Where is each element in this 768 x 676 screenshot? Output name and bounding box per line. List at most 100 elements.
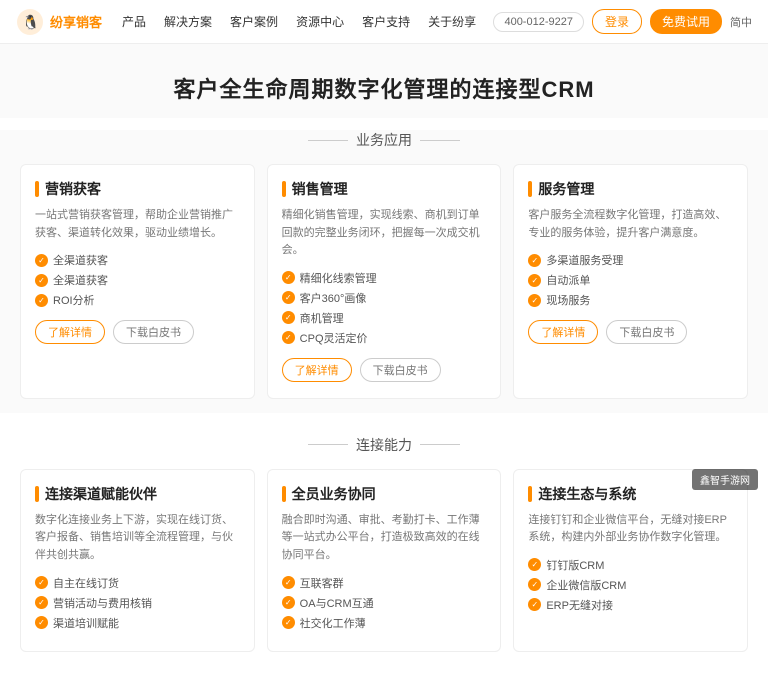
card-ecosystem: 连接生态与系统 连接钉钉和企业微信平台，无缝对接ERP系统，构建内外部业务协作数… [513, 469, 748, 652]
card-sales: 销售管理 精细化销售管理，实现线索、商机到订单回款的完整业务闭环，把握每一次成交… [267, 164, 502, 399]
check-icon: ✓ [35, 274, 48, 287]
feature-3: ✓ 现场服务 [528, 292, 733, 308]
svg-text:🐧: 🐧 [22, 14, 39, 31]
feature-1: ✓ 互联客群 [282, 575, 487, 591]
card-bar [528, 486, 532, 502]
feature-2: ✓ OA与CRM互通 [282, 595, 487, 611]
check-icon: ✓ [282, 291, 295, 304]
card-service-desc: 客户服务全流程数字化管理，打造高效、专业的服务体验，提升客户满意度。 [528, 207, 733, 242]
sales-whitepaper-button[interactable]: 下载白皮书 [360, 358, 441, 382]
card-channel-title: 连接渠道赋能伙伴 [45, 484, 157, 504]
hero-title: 客户全生命周期数字化管理的连接型CRM [0, 72, 768, 104]
feature-3: ✓ 渠道培训赋能 [35, 615, 240, 631]
feature-3: ✓ 社交化工作薄 [282, 615, 487, 631]
sales-detail-button[interactable]: 了解详情 [282, 358, 352, 382]
feature-1: ✓ 钉钉版CRM [528, 557, 733, 573]
feature-2: ✓ 营销活动与费用核销 [35, 595, 240, 611]
nav-about[interactable]: 关于纷享 [428, 13, 476, 30]
nav-phone: 400-012-9227 [493, 12, 584, 32]
card-service-actions: 了解详情 下载白皮书 [528, 320, 733, 344]
logo-icon: 🐧 [16, 8, 44, 36]
logo-text: 纷享销客 [50, 12, 102, 31]
section2-title: 连接能力 [0, 425, 768, 455]
card-ecosystem-desc: 连接钉钉和企业微信平台，无缝对接ERP系统，构建内外部业务协作数字化管理。 [528, 512, 733, 547]
card-channel: 连接渠道赋能伙伴 数字化连接业务上下游，实现在线订货、客户报备、销售培训等全流程… [20, 469, 255, 652]
hero-section: 客户全生命周期数字化管理的连接型CRM [0, 44, 768, 118]
card-collab-desc: 融合即时沟通、审批、考勤打卡、工作薄等一站式办公平台，打造极致高效的在线协同平台… [282, 512, 487, 565]
card-collab-header: 全员业务协同 [282, 484, 487, 504]
check-icon: ✓ [35, 294, 48, 307]
check-icon: ✓ [528, 578, 541, 591]
card-marketing-title: 营销获客 [45, 179, 101, 199]
logo[interactable]: 🐧 纷享销客 [16, 8, 102, 36]
check-icon: ✓ [528, 254, 541, 267]
section1-title: 业务应用 [0, 130, 768, 150]
card-ecosystem-header: 连接生态与系统 [528, 484, 733, 504]
nav-resources[interactable]: 资源中心 [296, 13, 344, 30]
card-marketing: 营销获客 一站式营销获客管理，帮助企业营销推广获客、渠道转化效果，驱动业绩增长。… [20, 164, 255, 399]
check-icon: ✓ [282, 331, 295, 344]
login-button[interactable]: 登录 [592, 9, 642, 34]
feature-3: ✓ ERP无缝对接 [528, 597, 733, 613]
feature-1: ✓ 全渠道获客 [35, 252, 240, 268]
check-icon: ✓ [528, 558, 541, 571]
card-service-header: 服务管理 [528, 179, 733, 199]
free-trial-button[interactable]: 免费试用 [650, 9, 722, 34]
card-collab: 全员业务协同 融合即时沟通、审批、考勤打卡、工作薄等一站式办公平台，打造极致高效… [267, 469, 502, 652]
card-bar [282, 486, 286, 502]
feature-2: ✓ 全渠道获客 [35, 272, 240, 288]
check-icon: ✓ [528, 274, 541, 287]
card-bar [35, 486, 39, 502]
card-service-title: 服务管理 [538, 179, 594, 199]
check-icon: ✓ [282, 616, 295, 629]
feature-3: ✓ ROI分析 [35, 292, 240, 308]
check-icon: ✓ [528, 294, 541, 307]
card-ecosystem-title: 连接生态与系统 [538, 484, 636, 504]
lang-switcher[interactable]: 简中 [730, 14, 752, 30]
card-service: 服务管理 客户服务全流程数字化管理，打造高效、专业的服务体验，提升客户满意度。 … [513, 164, 748, 399]
feature-1: ✓ 精细化线索管理 [282, 270, 487, 286]
nav-support[interactable]: 客户支持 [362, 13, 410, 30]
card-marketing-header: 营销获客 [35, 179, 240, 199]
section1-cards: 营销获客 一站式营销获客管理，帮助企业营销推广获客、渠道转化效果，驱动业绩增长。… [0, 164, 768, 413]
nav-product[interactable]: 产品 [122, 13, 146, 30]
card-channel-header: 连接渠道赋能伙伴 [35, 484, 240, 504]
nav-solution[interactable]: 解决方案 [164, 13, 212, 30]
feature-2: ✓ 自动派单 [528, 272, 733, 288]
feature-1: ✓ 多渠道服务受理 [528, 252, 733, 268]
feature-1: ✓ 自主在线订货 [35, 575, 240, 591]
service-detail-button[interactable]: 了解详情 [528, 320, 598, 344]
card-sales-actions: 了解详情 下载白皮书 [282, 358, 487, 382]
check-icon: ✓ [282, 596, 295, 609]
feature-2: ✓ 客户360°画像 [282, 290, 487, 306]
card-marketing-desc: 一站式营销获客管理，帮助企业营销推广获客、渠道转化效果，驱动业绩增长。 [35, 207, 240, 242]
marketing-whitepaper-button[interactable]: 下载白皮书 [113, 320, 194, 344]
check-icon: ✓ [282, 576, 295, 589]
card-sales-desc: 精细化销售管理，实现线索、商机到订单回款的完整业务闭环，把握每一次成交机会。 [282, 207, 487, 260]
feature-3: ✓ 商机管理 [282, 310, 487, 326]
card-sales-header: 销售管理 [282, 179, 487, 199]
section-connect: 连接能力 连接渠道赋能伙伴 数字化连接业务上下游，实现在线订货、客户报备、销售培… [0, 425, 768, 676]
feature-2: ✓ 企业微信版CRM [528, 577, 733, 593]
check-icon: ✓ [35, 576, 48, 589]
check-icon: ✓ [35, 596, 48, 609]
check-icon: ✓ [282, 271, 295, 284]
nav-cases[interactable]: 客户案例 [230, 13, 278, 30]
card-bar [282, 181, 286, 197]
check-icon: ✓ [35, 254, 48, 267]
card-bar [35, 181, 39, 197]
check-icon: ✓ [282, 311, 295, 324]
section-business: 业务应用 营销获客 一站式营销获客管理，帮助企业营销推广获客、渠道转化效果，驱动… [0, 130, 768, 413]
service-whitepaper-button[interactable]: 下载白皮书 [606, 320, 687, 344]
check-icon: ✓ [35, 616, 48, 629]
card-collab-title: 全员业务协同 [292, 484, 376, 504]
feature-4: ✓ CPQ灵活定价 [282, 330, 487, 346]
card-sales-title: 销售管理 [292, 179, 348, 199]
card-channel-desc: 数字化连接业务上下游，实现在线订货、客户报备、销售培训等全流程管理，与伙伴共创共… [35, 512, 240, 565]
navbar: 🐧 纷享销客 产品 解决方案 客户案例 资源中心 客户支持 关于纷享 400-0… [0, 0, 768, 44]
marketing-detail-button[interactable]: 了解详情 [35, 320, 105, 344]
nav-links: 产品 解决方案 客户案例 资源中心 客户支持 关于纷享 [122, 13, 493, 30]
card-bar [528, 181, 532, 197]
nav-actions: 400-012-9227 登录 免费试用 简中 [493, 9, 752, 34]
check-icon: ✓ [528, 598, 541, 611]
